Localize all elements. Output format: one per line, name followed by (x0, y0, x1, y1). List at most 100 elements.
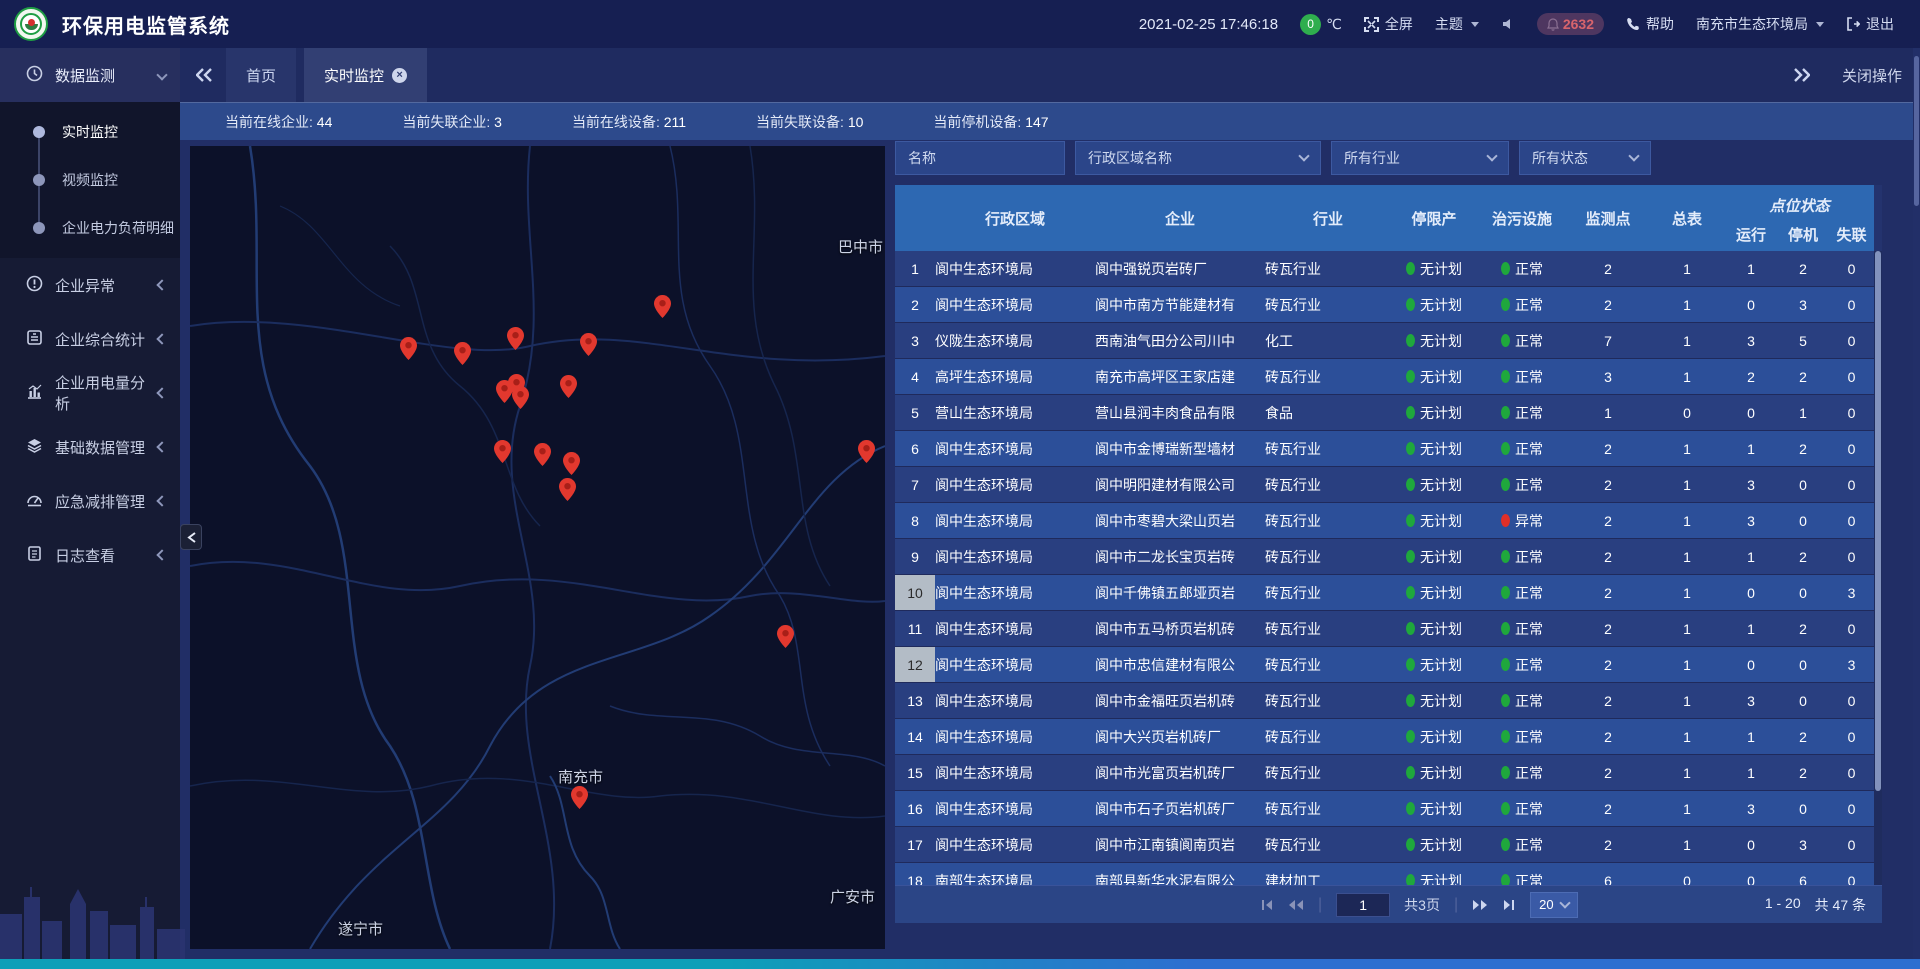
sidebar-group-2[interactable]: 企业综合统计 (0, 312, 180, 366)
sidebar-item[interactable]: 视频监控 (0, 156, 180, 204)
name-filter-input[interactable] (895, 141, 1065, 175)
cell-company[interactable]: 阆中强锐页岩砖厂 (1095, 251, 1265, 286)
sidebar-item[interactable]: 企业电力负荷明细 (0, 204, 180, 252)
sidebar-group-5[interactable]: 应急减排管理 (0, 474, 180, 528)
cell-company[interactable]: 南充市高坪区王家店建 (1095, 359, 1265, 394)
map-pin-icon[interactable] (534, 443, 551, 466)
sidebar-group-1[interactable]: 企业异常 (0, 258, 180, 312)
table-row[interactable]: 18南部生态环境局南部县新华水泥有限公建材加工无计划正常60060 (895, 863, 1874, 885)
map-pin-icon[interactable] (563, 452, 580, 475)
cell-company[interactable]: 阆中市石子页岩机砖厂 (1095, 791, 1265, 826)
table-row[interactable]: 10阆中生态环境局阆中千佛镇五郎垭页岩砖瓦行业无计划正常21003 (895, 575, 1874, 611)
cell-company[interactable]: 南部县新华水泥有限公 (1095, 863, 1265, 885)
sidebar-item[interactable]: 实时监控 (0, 108, 180, 156)
table-row[interactable]: 2阆中生态环境局阆中市南方节能建材有砖瓦行业无计划正常21030 (895, 287, 1874, 323)
table-row[interactable]: 12阆中生态环境局阆中市忠信建材有限公砖瓦行业无计划正常21003 (895, 647, 1874, 683)
map-pin-icon[interactable] (512, 386, 529, 409)
col-header-4[interactable]: 治污设施 (1477, 185, 1567, 251)
table-row[interactable]: 14阆中生态环境局阆中大兴页岩机砖厂砖瓦行业无计划正常21120 (895, 719, 1874, 755)
region-filter-select[interactable]: 行政区域名称 (1075, 141, 1321, 175)
cell-company[interactable]: 阆中市江南镇阆南页岩 (1095, 827, 1265, 862)
cell-company[interactable]: 阆中大兴页岩机砖厂 (1095, 719, 1265, 754)
tabs-scroll-left-button[interactable] (190, 68, 218, 82)
cell-company[interactable]: 阆中市五马桥页岩机砖 (1095, 611, 1265, 646)
map-pin-icon[interactable] (654, 295, 671, 318)
first-page-button[interactable] (1260, 899, 1274, 911)
cell-company[interactable]: 西南油气田分公司川中 (1095, 323, 1265, 358)
map-pin-icon[interactable] (400, 337, 417, 360)
mute-button[interactable] (1501, 17, 1515, 31)
table-row[interactable]: 6阆中生态环境局阆中市金博瑞新型墙材砖瓦行业无计划正常21120 (895, 431, 1874, 467)
page-scrollbar[interactable] (1913, 48, 1920, 959)
theme-dropdown[interactable]: 主题 (1435, 14, 1479, 34)
last-page-button[interactable] (1502, 899, 1516, 911)
col-subheader-0[interactable]: 运行 (1725, 218, 1777, 251)
table-row[interactable]: 8阆中生态环境局阆中市枣碧大梁山页岩砖瓦行业无计划异常21300 (895, 503, 1874, 539)
next-page-button[interactable] (1472, 899, 1488, 911)
table-row[interactable]: 17阆中生态环境局阆中市江南镇阆南页岩砖瓦行业无计划正常21030 (895, 827, 1874, 863)
table-row[interactable]: 16阆中生态环境局阆中市石子页岩机砖厂砖瓦行业无计划正常21300 (895, 791, 1874, 827)
table-row[interactable]: 7阆中生态环境局阆中明阳建材有限公司砖瓦行业无计划正常21300 (895, 467, 1874, 503)
close-tab-icon[interactable]: × (392, 68, 407, 83)
cell-company[interactable]: 阆中市光富页岩机砖厂 (1095, 755, 1265, 790)
col-header-6[interactable]: 总表 (1649, 185, 1725, 251)
org-dropdown[interactable]: 南充市生态环境局 (1696, 14, 1824, 34)
cell-company[interactable]: 阆中市忠信建材有限公 (1095, 647, 1265, 682)
map-collapse-button[interactable] (180, 524, 202, 550)
fullscreen-button[interactable]: 全屏 (1364, 14, 1413, 34)
close-operations-button[interactable]: 关闭操作 (1842, 65, 1902, 86)
table-row[interactable]: 15阆中生态环境局阆中市光富页岩机砖厂砖瓦行业无计划正常21120 (895, 755, 1874, 791)
col-header-5[interactable]: 监测点 (1567, 185, 1649, 251)
map-panel[interactable]: 巴中市南充市遂宁市广安市 (190, 146, 885, 949)
sidebar-group-3[interactable]: 企业用电量分析 (0, 366, 180, 420)
scrollbar-thumb[interactable] (1875, 251, 1881, 791)
cell-company[interactable]: 阆中市金福旺页岩机砖 (1095, 683, 1265, 718)
map-pin-icon[interactable] (559, 478, 576, 501)
industry-filter-select[interactable]: 所有行业 (1331, 141, 1509, 175)
col-subheader-2[interactable]: 失联 (1829, 218, 1874, 251)
status-filter-select[interactable]: 所有状态 (1519, 141, 1651, 175)
table-row[interactable]: 4高坪生态环境局南充市高坪区王家店建砖瓦行业无计划正常31220 (895, 359, 1874, 395)
table-row[interactable]: 1阆中生态环境局阆中强锐页岩砖厂砖瓦行业无计划正常21120 (895, 251, 1874, 287)
cell-company[interactable]: 阆中千佛镇五郎垭页岩 (1095, 575, 1265, 610)
map-pin-icon[interactable] (571, 786, 588, 809)
map-pin-icon[interactable] (507, 327, 524, 350)
map-pin-icon[interactable] (580, 333, 597, 356)
table-scrollbar[interactable] (1874, 251, 1882, 885)
map-pin-icon[interactable] (777, 625, 794, 648)
sidebar-group-6[interactable]: 日志查看 (0, 528, 180, 582)
tabs-scroll-right-button[interactable] (1788, 68, 1816, 82)
cell-company[interactable]: 阆中市枣碧大梁山页岩 (1095, 503, 1265, 538)
col-subheader-1[interactable]: 停机 (1777, 218, 1829, 251)
prev-page-button[interactable] (1288, 899, 1304, 911)
table-row[interactable]: 5营山生态环境局营山县润丰肉食品有限食品无计划正常10010 (895, 395, 1874, 431)
col-header-3[interactable]: 停限产 (1391, 185, 1477, 251)
cell-company[interactable]: 阆中市二龙长宝页岩砖 (1095, 539, 1265, 574)
map-pin-icon[interactable] (454, 342, 471, 365)
map-pin-icon[interactable] (494, 440, 511, 463)
table-row[interactable]: 13阆中生态环境局阆中市金福旺页岩机砖砖瓦行业无计划正常21300 (895, 683, 1874, 719)
tab-home[interactable]: 首页 (226, 48, 296, 102)
page-size-select[interactable]: 20 (1530, 892, 1577, 918)
scrollbar-thumb[interactable] (1914, 56, 1919, 206)
tab-realtime-monitor[interactable]: 实时监控 × (304, 48, 427, 102)
logout-button[interactable]: 退出 (1846, 14, 1894, 34)
page-number-input[interactable] (1336, 893, 1390, 917)
cell-company[interactable]: 阆中市南方节能建材有 (1095, 287, 1265, 322)
col-header-1[interactable]: 企业 (1095, 185, 1265, 251)
map-pin-icon[interactable] (858, 440, 875, 463)
sidebar-group-4[interactable]: 基础数据管理 (0, 420, 180, 474)
sidebar-group-0[interactable]: 数据监测 (0, 48, 180, 102)
cell-company[interactable]: 营山县润丰肉食品有限 (1095, 395, 1265, 430)
table-row[interactable]: 9阆中生态环境局阆中市二龙长宝页岩砖砖瓦行业无计划正常21120 (895, 539, 1874, 575)
map-pin-icon[interactable] (560, 375, 577, 398)
help-button[interactable]: 帮助 (1626, 14, 1674, 34)
cell-company[interactable]: 阆中明阳建材有限公司 (1095, 467, 1265, 502)
col-header-2[interactable]: 行业 (1265, 185, 1391, 251)
table-row[interactable]: 3仪陇生态环境局西南油气田分公司川中化工无计划正常71350 (895, 323, 1874, 359)
table-row[interactable]: 11阆中生态环境局阆中市五马桥页岩机砖砖瓦行业无计划正常21120 (895, 611, 1874, 647)
col-header-0[interactable]: 行政区域 (935, 185, 1095, 251)
cell-company[interactable]: 阆中市金博瑞新型墙材 (1095, 431, 1265, 466)
name-filter-field[interactable] (908, 150, 1052, 166)
notification-badge[interactable]: 2632 (1537, 13, 1604, 35)
